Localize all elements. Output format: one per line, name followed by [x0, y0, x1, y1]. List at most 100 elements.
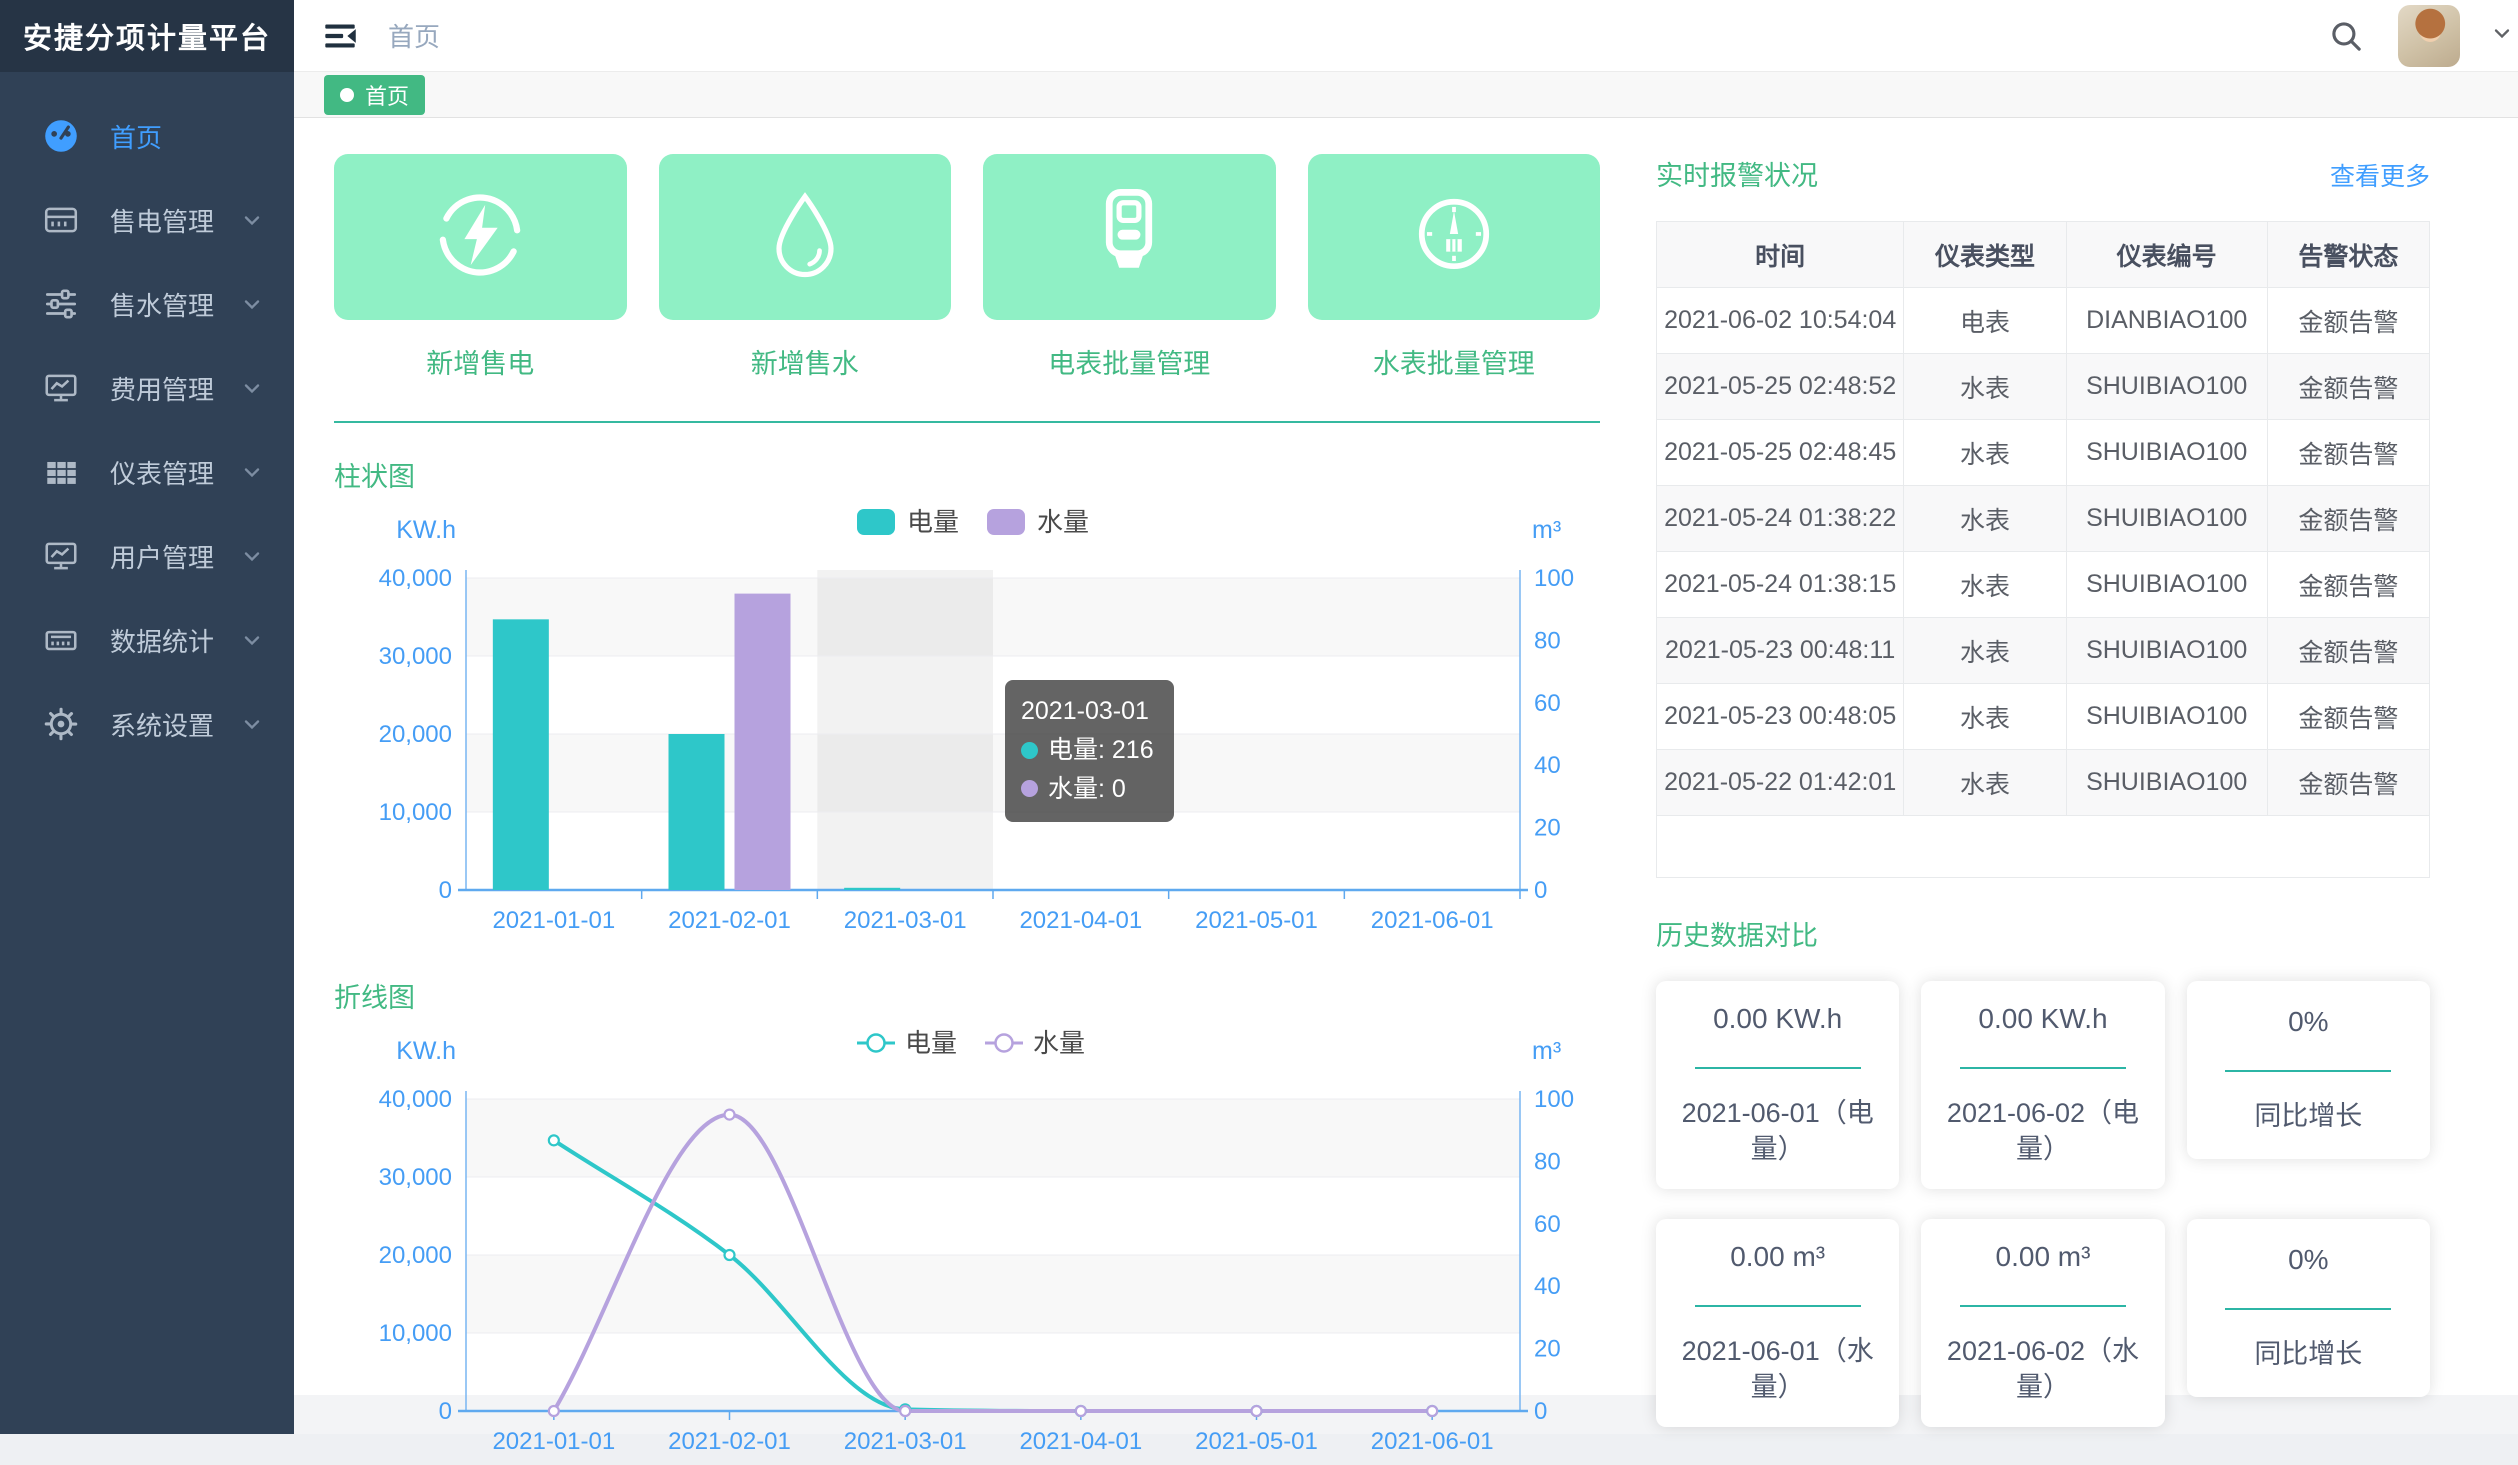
chevron-down-icon [240, 628, 264, 652]
table-cell: 金额告警 [2267, 750, 2429, 816]
svg-text:20,000: 20,000 [379, 721, 452, 748]
svg-text:30,000: 30,000 [379, 643, 452, 670]
table-row: 2021-05-24 01:38:15水表SHUIBIAO100金额告警 [1657, 552, 2430, 618]
electric-meter-icon [1077, 183, 1181, 292]
bar-chart-canvas[interactable]: 010,00020,00030,00040,000020406080100202… [334, 494, 1600, 944]
history-card-label: 2021-06-01（电量） [1674, 1095, 1881, 1168]
quick-action-label: 新增售电 [334, 342, 627, 381]
svg-text:40,000: 40,000 [379, 565, 452, 592]
quick-action-card[interactable] [659, 154, 952, 320]
svg-text:m³: m³ [1532, 1037, 1561, 1065]
line-chart-canvas[interactable]: 010,00020,00030,00040,000020406080100202… [334, 1015, 1600, 1465]
table-cell: 金额告警 [2267, 552, 2429, 618]
table-row: 2021-06-02 10:54:04电表DIANBIAO100金额告警 [1657, 288, 2430, 354]
sidebar-item-label: 售电管理 [110, 202, 240, 239]
history-card-divider [1695, 1067, 1861, 1069]
alarm-table-body: 2021-06-02 10:54:04电表DIANBIAO100金额告警2021… [1657, 288, 2430, 878]
table-cell: 水表 [1904, 618, 2066, 684]
table-cell: 金额告警 [2267, 618, 2429, 684]
bar-水量-1 [735, 594, 791, 890]
history-card-2: 0% 同比增长 [2187, 981, 2430, 1159]
tag-home[interactable]: 首页 [324, 75, 425, 115]
history-card-divider [2225, 1070, 2391, 1072]
sidebar-item-5[interactable]: 用户管理 [0, 514, 294, 598]
history-panel-title: 历史数据对比 [1656, 921, 1818, 951]
chevron-down-icon [240, 460, 264, 484]
quick-action-card[interactable] [983, 154, 1276, 320]
sidebar-item-7[interactable]: 系统设置 [0, 682, 294, 766]
chevron-down-icon[interactable] [2490, 21, 2514, 50]
history-panel: 历史数据对比 0.00 KW.h2021-06-01（电量）0.00 KW.h2… [1656, 914, 2430, 1441]
svg-text:0: 0 [439, 877, 452, 904]
table-cell: 金额告警 [2267, 288, 2429, 354]
right-column: 实时报警状况 查看更多 时间仪表类型仪表编号告警状态 2021-06-02 10… [1656, 154, 2430, 1395]
history-card-1: 0.00 KW.h2021-06-02（电量） [1921, 981, 2164, 1189]
quick-action-card[interactable] [1308, 154, 1601, 320]
history-cards: 0.00 KW.h2021-06-01（电量）0.00 KW.h2021-06-… [1656, 981, 2430, 1441]
table-cell: 水表 [1904, 420, 2066, 486]
navbar-right [2324, 5, 2498, 67]
svg-text:2021-04-01: 2021-04-01 [1019, 907, 1142, 934]
svg-text:30,000: 30,000 [379, 1164, 452, 1191]
bar-电量-2 [844, 888, 900, 890]
svg-text:2021-06-01: 2021-06-01 [1371, 1428, 1494, 1455]
sidebar-item-3[interactable]: 费用管理 [0, 346, 294, 430]
sidebar-item-2[interactable]: 售水管理 [0, 262, 294, 346]
legend-item[interactable]: 水量 [987, 507, 1089, 537]
sidebar-item-4[interactable]: 仪表管理 [0, 430, 294, 514]
sidebar-item-0[interactable]: 首页 [0, 94, 294, 178]
quick-action-1[interactable]: 新增售水 [659, 154, 952, 381]
sidebar-item-label: 费用管理 [110, 370, 240, 407]
svg-text:2021-02-01: 2021-02-01 [668, 907, 791, 934]
table-cell: 2021-05-25 02:48:52 [1657, 354, 1904, 420]
history-card-divider [1695, 1305, 1861, 1307]
svg-text:KW.h: KW.h [396, 516, 456, 544]
history-card-label: 2021-06-01（水量） [1674, 1333, 1881, 1406]
quick-action-2[interactable]: 电表批量管理 [983, 154, 1276, 381]
table-cell: 水表 [1904, 684, 2066, 750]
quick-action-0[interactable]: 新增售电 [334, 154, 627, 381]
top-navbar: 首页 [294, 0, 2518, 72]
tags-bar: 首页 [294, 72, 2518, 118]
quick-action-card[interactable] [334, 154, 627, 320]
sidebar-item-label: 用户管理 [110, 538, 240, 575]
quick-action-label: 水表批量管理 [1308, 342, 1601, 381]
alarm-col-header: 时间 [1657, 222, 1904, 288]
bar-chart[interactable]: 010,00020,00030,00040,000020406080100202… [334, 494, 1600, 944]
table-cell: SHUIBIAO100 [2066, 684, 2267, 750]
svg-text:100: 100 [1534, 565, 1574, 592]
left-column: 新增售电新增售水电表批量管理水表批量管理 柱状图 010,00020,00030… [334, 154, 1600, 1395]
table-row: 2021-05-22 01:42:01水表SHUIBIAO100金额告警 [1657, 750, 2430, 816]
legend-item[interactable]: 电量 [857, 1028, 957, 1058]
quick-action-label: 电表批量管理 [983, 342, 1276, 381]
table-cell: 2021-05-24 01:38:22 [1657, 486, 1904, 552]
svg-text:20: 20 [1534, 1336, 1561, 1363]
svg-text:水量: 水量 [1033, 1028, 1085, 1058]
table-cell: 2021-05-23 00:48:11 [1657, 618, 1904, 684]
legend-item[interactable]: 水量 [985, 1028, 1085, 1058]
svg-text:2021-03-01: 2021-03-01 [844, 907, 967, 934]
table-cell: 金额告警 [2267, 486, 2429, 552]
sidebar-item-1[interactable]: 售电管理 [0, 178, 294, 262]
sidebar-item-6[interactable]: 数据统计 [0, 598, 294, 682]
table-cell: 水表 [1904, 354, 2066, 420]
quick-action-3[interactable]: 水表批量管理 [1308, 154, 1601, 381]
history-card-divider [1960, 1067, 2126, 1069]
svg-text:KW.h: KW.h [396, 1037, 456, 1065]
page-content: 新增售电新增售水电表批量管理水表批量管理 柱状图 010,00020,00030… [294, 118, 2518, 1395]
history-card-divider [2225, 1308, 2391, 1310]
table-cell: 电表 [1904, 288, 2066, 354]
search-icon[interactable] [2324, 14, 2368, 58]
avatar[interactable] [2398, 5, 2460, 67]
svg-text:40: 40 [1534, 1273, 1561, 1300]
history-card-label: 同比增长 [2254, 1098, 2362, 1134]
line-chart[interactable]: 010,00020,00030,00040,000020406080100202… [334, 1015, 1600, 1465]
sidebar-toggle-icon[interactable] [318, 14, 362, 58]
svg-text:10,000: 10,000 [379, 1320, 452, 1347]
table-row: 2021-05-23 00:48:11水表SHUIBIAO100金额告警 [1657, 618, 2430, 684]
history-card-value: 0% [2288, 1006, 2328, 1038]
table-cell: DIANBIAO100 [2066, 288, 2267, 354]
legend-item[interactable]: 电量 [857, 507, 959, 537]
view-more-link[interactable]: 查看更多 [2330, 157, 2430, 193]
line-chart-title: 折线图 [334, 976, 1600, 1015]
